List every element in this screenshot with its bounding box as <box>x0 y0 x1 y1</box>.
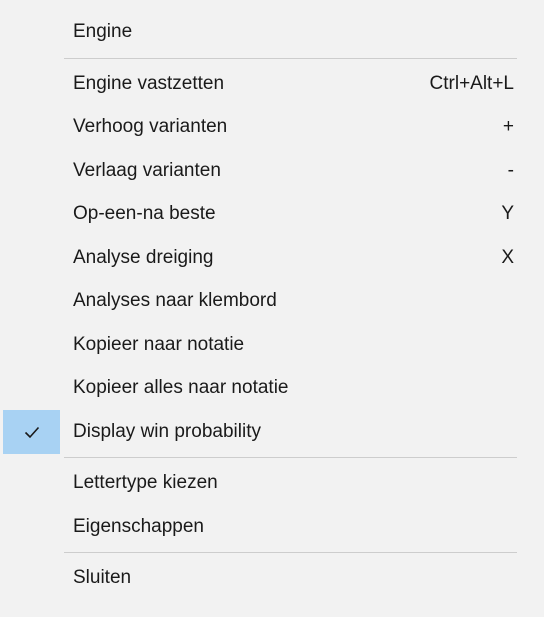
menu-item-label: Sluiten <box>73 567 132 589</box>
check-column <box>3 367 64 411</box>
check-column <box>3 462 64 506</box>
menu-item-shortcut: X <box>501 246 514 268</box>
menu-separator <box>64 552 517 553</box>
menu-item-analyse-dreiging[interactable]: Analyse dreiging X <box>3 236 518 280</box>
check-column <box>3 236 64 280</box>
context-menu: Engine Engine vastzetten Ctrl+Alt+L Verh… <box>0 0 544 617</box>
menu-item-verhoog-varianten[interactable]: Verhoog varianten + <box>3 106 518 150</box>
menu-item-label: Engine vastzetten <box>73 72 225 94</box>
menu-item-label: Lettertype kiezen <box>73 472 218 494</box>
menu-item-lettertype-kiezen[interactable]: Lettertype kiezen <box>3 462 518 506</box>
check-column <box>3 505 64 549</box>
menu-item-label: Verlaag varianten <box>73 159 221 181</box>
menu-item-kopieer-alles-naar-notatie[interactable]: Kopieer alles naar notatie <box>3 367 518 411</box>
separator-wrap <box>0 454 544 462</box>
menu-item-op-een-na-beste[interactable]: Op-een-na beste Y <box>3 193 518 237</box>
check-column <box>3 410 60 454</box>
menu-item-kopieer-naar-notatie[interactable]: Kopieer naar notatie <box>3 323 518 367</box>
menu-item-engine-vastzetten[interactable]: Engine vastzetten Ctrl+Alt+L <box>3 62 518 106</box>
menu-item-analyses-naar-klembord[interactable]: Analyses naar klembord <box>3 280 518 324</box>
menu-item-sluiten[interactable]: Sluiten <box>3 557 518 601</box>
check-column <box>3 106 64 150</box>
check-column <box>3 193 64 237</box>
menu-item-display-win-probability[interactable]: Display win probability <box>3 410 518 454</box>
menu-item-label: Engine <box>73 21 133 42</box>
menu-item-label: Kopieer naar notatie <box>73 333 245 355</box>
menu-item-eigenschappen[interactable]: Eigenschappen <box>3 505 518 549</box>
menu-separator <box>64 457 517 458</box>
check-column <box>3 557 64 601</box>
check-column <box>3 62 64 106</box>
menu-item-verlaag-varianten[interactable]: Verlaag varianten - <box>3 149 518 193</box>
check-column <box>3 280 64 324</box>
separator-wrap <box>0 549 544 557</box>
menu-item-engine[interactable]: Engine <box>3 10 518 54</box>
menu-item-label: Op-een-na beste <box>73 203 216 225</box>
menu-item-label: Analyse dreiging <box>73 246 214 268</box>
menu-item-label: Eigenschappen <box>73 515 204 537</box>
check-column <box>3 323 64 367</box>
separator-wrap <box>0 54 544 62</box>
menu-item-shortcut: - <box>507 159 514 181</box>
checkmark-icon <box>24 426 39 438</box>
menu-item-label: Kopieer alles naar notatie <box>73 377 289 399</box>
menu-item-shortcut: Y <box>501 203 514 225</box>
menu-item-label: Verhoog varianten <box>73 116 228 138</box>
menu-separator <box>64 57 517 59</box>
check-column <box>3 10 64 54</box>
menu-item-label: Analyses naar klembord <box>73 290 277 312</box>
menu-item-label: Display win probability <box>73 420 261 442</box>
check-column <box>3 149 64 193</box>
menu-item-shortcut: + <box>502 116 514 138</box>
menu-item-shortcut: Ctrl+Alt+L <box>429 72 514 94</box>
